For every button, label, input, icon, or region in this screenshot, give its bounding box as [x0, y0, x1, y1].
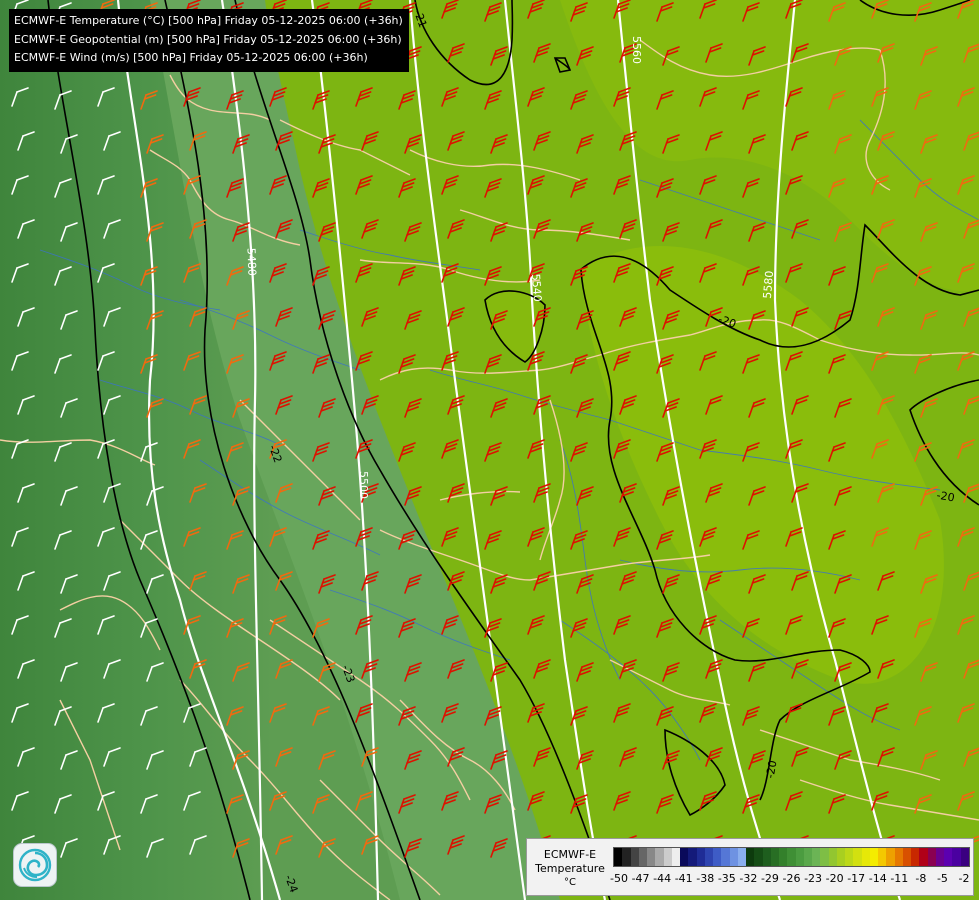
legend-swatch [878, 848, 887, 866]
legend-swatch [828, 848, 837, 866]
legend-swatch [713, 848, 722, 866]
legend-tick-label: -14 [868, 872, 887, 885]
legend-swatch [795, 848, 804, 866]
legend-swatch [861, 848, 870, 866]
legend-swatch [754, 848, 763, 866]
legend-tick-label: -35 [717, 872, 736, 885]
legend-swatch [836, 848, 845, 866]
legend-swatch [812, 848, 821, 866]
legend-swatch [647, 848, 656, 866]
legend-swatch [770, 848, 779, 866]
legend-swatch [869, 848, 878, 866]
geopotential-label: 5540 [529, 273, 544, 302]
legend-tick-label: -17 [847, 872, 866, 885]
legend-model: ECMWF-E [543, 848, 597, 861]
legend-swatch [853, 848, 862, 866]
title-line-temperature: ECMWF-E Temperature (°C) [500 hPa] Frida… [14, 14, 403, 27]
temperature-legend: ECMWF-E Temperature °C -50 -47 -44 -41 -38 -3… [526, 838, 974, 896]
legend-swatch [721, 848, 730, 866]
legend-swatch [737, 848, 746, 866]
legend-swatch [630, 848, 639, 866]
legend-swatch [614, 848, 623, 866]
legend-swatch [680, 848, 689, 866]
legend-color-bar [613, 847, 970, 867]
legend-swatch [779, 848, 788, 866]
legend-tick-label: -38 [696, 872, 715, 885]
legend-tick-labels: -50 -47 -44 -41 -38 -35 -32 -29 -26 -23 -20 -17 -14-… [610, 872, 970, 888]
legend-swatch [845, 848, 854, 866]
legend-swatch [622, 848, 631, 866]
legend-swatch [704, 848, 713, 866]
legend-tick-label: -50 [610, 872, 628, 885]
legend-variable: Temperature [535, 862, 605, 875]
legend-tick-label: -2 [958, 872, 970, 885]
title-line-wind: ECMWF-E Wind (m/s) [500 hPa] Friday 05-1… [14, 51, 368, 64]
legend-tick-label: -44 [653, 872, 672, 885]
legend-swatch [688, 848, 697, 866]
legend-swatch [820, 848, 829, 866]
legend-tick-label: -29 [760, 872, 779, 885]
legend-swatch [638, 848, 647, 866]
legend-swatch [746, 848, 755, 866]
map-title-box: ECMWF-E Temperature (°C) [500 hPa] Frida… [9, 9, 409, 72]
legend-tick-label: -8 [915, 872, 927, 885]
legend-swatch [663, 848, 672, 866]
geopotential-label: 5480 [245, 248, 259, 276]
map-viewport[interactable]: 5480 5500 5540 5560 5580 -21 -22 -23 -24 -20 -20 -2… [0, 0, 979, 900]
legend-tick-label: -11 [890, 872, 909, 885]
legend-swatch [729, 848, 738, 866]
geopotential-label: 5580 [761, 270, 776, 299]
legend-swatch [655, 848, 664, 866]
weather-map[interactable]: 54805500554055605580-21-22-23-24-20-20-2… [0, 0, 979, 900]
legend-swatch [762, 848, 771, 866]
legend-swatch [952, 848, 961, 866]
legend-swatch [671, 848, 680, 866]
legend-swatch [696, 848, 705, 866]
legend-tick-label: -26 [782, 872, 801, 885]
ecmwf-logo-icon[interactable] [13, 843, 57, 887]
legend-tick-label: -5 [936, 872, 948, 885]
legend-swatch [944, 848, 953, 866]
legend-swatch [803, 848, 812, 866]
legend-tick-label: -20 [825, 872, 844, 885]
legend-title: ECMWF-E Temperature °C [531, 848, 609, 890]
legend-swatch [787, 848, 796, 866]
geopotential-label: 5500 [357, 471, 370, 499]
legend-tick-label: -41 [674, 872, 693, 885]
legend-swatch [902, 848, 911, 866]
geopotential-label: 5560 [630, 36, 643, 64]
legend-units: °C [564, 877, 576, 888]
legend-swatch [960, 848, 969, 866]
title-line-geopotential: ECMWF-E Geopotential (m) [500 hPa] Frida… [14, 32, 402, 46]
legend-swatch [894, 848, 903, 866]
legend-swatch [886, 848, 895, 866]
legend-tick-label: -32 [739, 872, 758, 885]
legend-swatch [927, 848, 936, 866]
legend-tick-label: -23 [804, 872, 823, 885]
legend-swatch [935, 848, 944, 866]
legend-tick-label: -47 [631, 872, 650, 885]
legend-swatch [911, 848, 920, 866]
legend-swatch [919, 848, 928, 866]
